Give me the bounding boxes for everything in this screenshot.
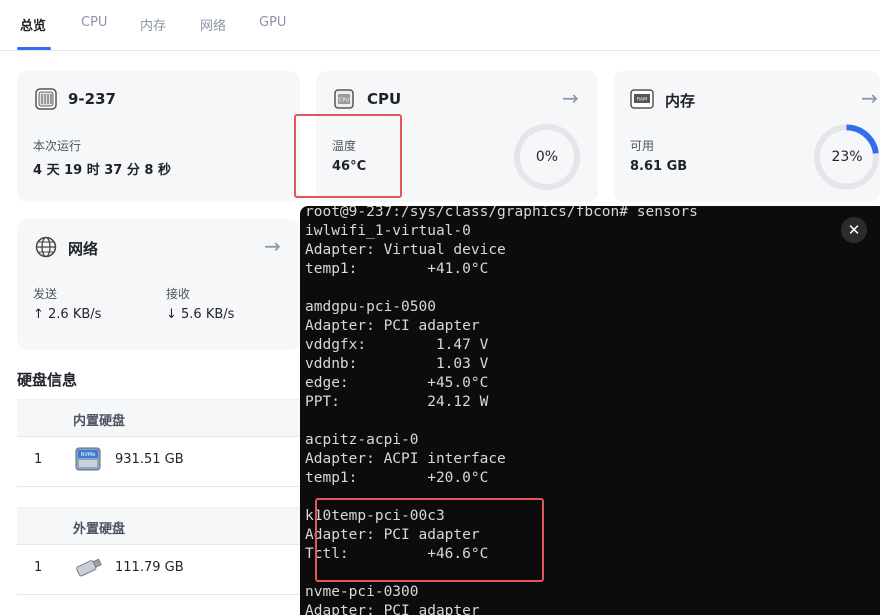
terminal-line: temp1: +41.0°C xyxy=(305,261,489,277)
send-value: ↑ 2.6 KB/s xyxy=(33,307,102,322)
svg-text:NVMe: NVMe xyxy=(81,452,96,458)
terminal-window[interactable]: root@9-237:/sys/class/graphics/fbcon# se… xyxy=(300,206,880,615)
terminal-line: vddgfx: 1.47 V xyxy=(305,337,489,353)
active-tab-indicator xyxy=(17,47,51,50)
close-icon[interactable]: ✕ xyxy=(841,217,867,243)
terminal-line: amdgpu-pci-0500 xyxy=(305,299,436,315)
tab-network[interactable]: 网络 xyxy=(200,15,226,34)
usb-drive-icon xyxy=(76,558,102,577)
terminal-line: temp1: +20.0°C xyxy=(305,470,489,486)
globe-icon xyxy=(35,236,57,258)
table-row[interactable]: 1 111.79 GB xyxy=(17,544,300,595)
nvme-disk-icon: NVMe xyxy=(75,447,101,471)
table-row[interactable]: 1 NVMe 931.51 GB xyxy=(17,436,300,487)
terminal-line: iwlwifi_1-virtual-0 xyxy=(305,223,471,239)
arrow-right-icon[interactable]: → xyxy=(861,86,878,110)
hostname: 9-237 xyxy=(68,90,116,108)
uptime-value: 4 天 19 时 37 分 8 秒 xyxy=(33,163,171,178)
tab-gpu[interactable]: GPU xyxy=(259,15,286,30)
internal-disk-header: 内置硬盘 xyxy=(17,399,300,437)
disk-size: 931.51 GB xyxy=(115,452,184,467)
svg-text:CPU: CPU xyxy=(339,98,350,104)
ram-icon: RAM xyxy=(630,89,654,109)
cpu-title: CPU xyxy=(367,90,402,108)
cpu-usage-text: 0% xyxy=(535,149,559,165)
terminal-line: edge: +45.0°C xyxy=(305,375,489,391)
cpu-chip-icon: CPU xyxy=(334,89,354,109)
disk-size: 111.79 GB xyxy=(115,560,184,575)
external-disk-header-label: 外置硬盘 xyxy=(73,522,126,537)
tab-cpu[interactable]: CPU xyxy=(81,15,107,30)
disk-index: 1 xyxy=(34,560,43,575)
terminal-line: Adapter: PCI adapter xyxy=(305,318,480,334)
tab-memory[interactable]: 内存 xyxy=(140,15,166,34)
arrow-right-icon[interactable]: → xyxy=(562,86,579,110)
memory-value: 8.61 GB xyxy=(630,159,688,174)
memory-title: 内存 xyxy=(665,92,696,110)
receive-label: 接收 xyxy=(166,287,191,301)
uptime-label: 本次运行 xyxy=(33,139,82,153)
tab-bar: 总览 CPU 内存 网络 GPU xyxy=(0,0,880,51)
external-disk-header: 外置硬盘 xyxy=(17,507,300,545)
temperature-highlight-box xyxy=(294,114,402,198)
terminal-line: PPT: 24.12 W xyxy=(305,394,489,410)
server-icon xyxy=(35,88,57,110)
system-card: 9-237 本次运行 4 天 19 时 37 分 8 秒 xyxy=(17,71,300,202)
tab-overview[interactable]: 总览 xyxy=(20,15,46,34)
network-card[interactable]: 网络 → 发送 ↑ 2.6 KB/s 接收 ↓ 5.6 KB/s xyxy=(17,219,300,350)
svg-text:RAM: RAM xyxy=(637,97,647,103)
network-title: 网络 xyxy=(68,240,99,258)
arrow-right-icon[interactable]: → xyxy=(264,234,281,258)
terminal-line: Adapter: PCI adapter xyxy=(305,603,480,615)
terminal-line: vddnb: 1.03 V xyxy=(305,356,489,372)
terminal-line: root@9-237:/sys/class/graphics/fbcon# se… xyxy=(305,206,698,220)
k10temp-highlight-box xyxy=(315,498,544,582)
memory-label: 可用 xyxy=(630,139,655,153)
memory-card[interactable]: RAM 内存 → 可用 8.61 GB 23% xyxy=(614,71,880,202)
terminal-line: Adapter: Virtual device xyxy=(305,242,506,258)
receive-value: ↓ 5.6 KB/s xyxy=(166,307,235,322)
terminal-line: acpitz-acpi-0 xyxy=(305,432,419,448)
terminal-line: Adapter: ACPI interface xyxy=(305,451,506,467)
internal-disk-header-label: 内置硬盘 xyxy=(73,414,126,429)
disk-info-title: 硬盘信息 xyxy=(17,371,78,389)
disk-index: 1 xyxy=(34,452,43,467)
send-label: 发送 xyxy=(33,287,58,301)
memory-usage-text: 23% xyxy=(831,149,863,165)
terminal-line: nvme-pci-0300 xyxy=(305,584,419,600)
